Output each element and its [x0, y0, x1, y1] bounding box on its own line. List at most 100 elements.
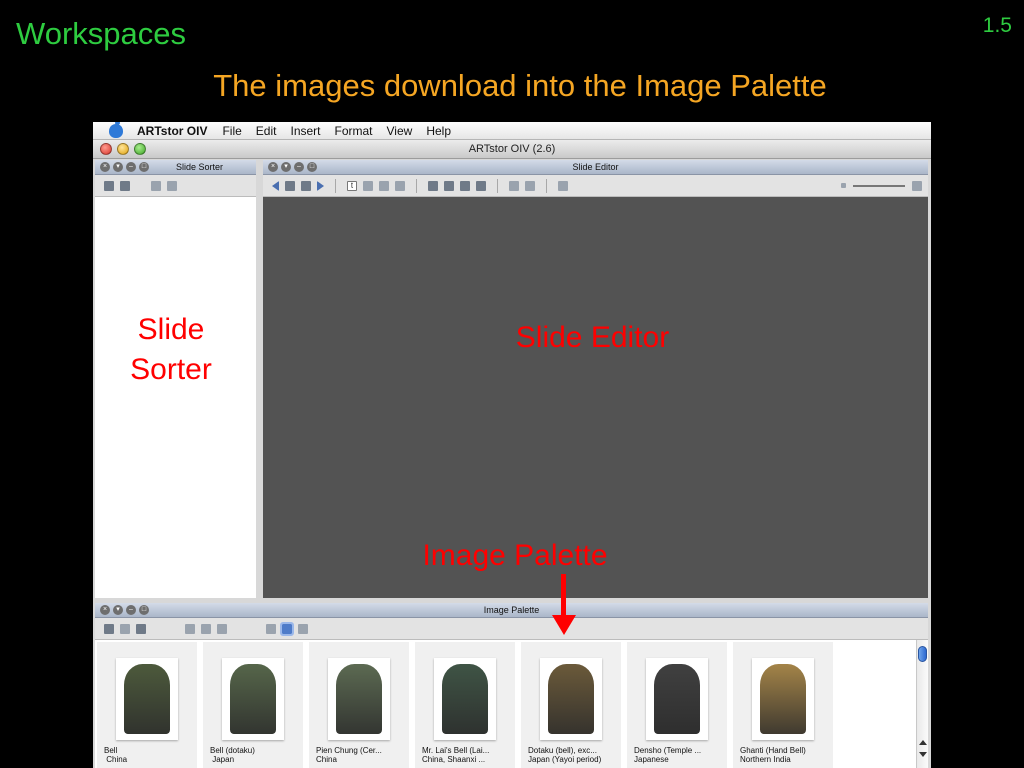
slide-heading: Workspaces: [16, 16, 186, 51]
slide-editor-header: × ▾ – □ Slide Editor: [263, 160, 928, 175]
thumbnail-caption: Dotaku (bell), exc... Japan (Yayoi period…: [528, 746, 601, 764]
thumbnail-image[interactable]: [116, 658, 178, 740]
image-info-icon[interactable]: [136, 623, 146, 634]
slide-editor-title: Slide Editor: [572, 162, 619, 172]
text-tool-icon[interactable]: t: [347, 180, 357, 191]
thumbnail-caption: Pien Chung (Cer... China: [316, 746, 382, 764]
annotation-slide-sorter: Slide Sorter: [101, 310, 241, 390]
apple-icon[interactable]: [109, 122, 123, 138]
bell-image: [442, 664, 488, 734]
scroll-down-icon[interactable]: [919, 752, 927, 757]
image-thumbnail[interactable]: Bell (dotaku) Japan: [203, 642, 304, 768]
bell-image: [230, 664, 276, 734]
thumbnail-subtitle: China: [316, 755, 337, 764]
scroll-thumb[interactable]: [918, 646, 927, 662]
comment-icon[interactable]: [558, 180, 568, 191]
properties-icon[interactable]: [525, 180, 535, 191]
thumbnail-subtitle: Northern India: [740, 755, 791, 764]
image-group-icon[interactable]: [120, 623, 130, 634]
zoom-out-icon[interactable]: [460, 180, 470, 191]
bell-image: [336, 664, 382, 734]
thumbnail-caption: Mr. Lai's Bell (Lai... China, Shaanxi ...: [422, 746, 489, 764]
menu-view[interactable]: View: [387, 124, 413, 138]
thumbnail-title: Ghanti (Hand Bell): [740, 746, 806, 755]
thumbnail-caption: Ghanti (Hand Bell) Northern India: [740, 746, 806, 764]
window-titlebar: ARTstor OIV (2.6): [93, 140, 931, 159]
shape-tool-icon[interactable]: [363, 180, 373, 191]
pointer-tool-icon[interactable]: [428, 180, 438, 191]
image-palette-toolbar: [95, 618, 928, 640]
link-icon[interactable]: [509, 180, 519, 191]
thumbnail-caption: Bell China: [104, 746, 127, 764]
next-slide-icon[interactable]: [317, 180, 324, 191]
image-thumbnail[interactable]: Mr. Lai's Bell (Lai... China, Shaanxi ...: [415, 642, 516, 768]
thumbnail-title: Pien Chung (Cer...: [316, 746, 382, 755]
list-view-icon[interactable]: [298, 623, 308, 634]
thumbnail-title: Densho (Temple ...: [634, 746, 702, 755]
duplicate-slide-icon[interactable]: [120, 180, 130, 191]
slide-sorter-toolbar: [95, 175, 256, 197]
image-thumbnail[interactable]: Bell China: [97, 642, 198, 768]
annotation-slide-editor: Slide Editor: [515, 321, 670, 354]
slide-sorter-title: Slide Sorter: [175, 162, 224, 172]
thumbnail-subtitle: Japan: [210, 755, 235, 764]
grid-large-icon[interactable]: [280, 621, 294, 636]
slide-subtitle: The images download into the Image Palet…: [213, 68, 827, 103]
palette-scrollbar[interactable]: [916, 640, 928, 768]
thumbnail-image[interactable]: [222, 658, 284, 740]
menu-bar: ARTstor OIV File Edit Insert Format View…: [93, 122, 931, 140]
menu-help[interactable]: Help: [426, 124, 451, 138]
image-tool-icon[interactable]: [379, 180, 389, 191]
menu-app-name[interactable]: ARTstor OIV: [137, 124, 207, 138]
pan-tool-icon[interactable]: [476, 180, 486, 191]
slide-layout-single-icon[interactable]: [285, 180, 295, 191]
bell-image: [124, 664, 170, 734]
slide-sorter-area[interactable]: [95, 197, 256, 598]
zoom-slider[interactable]: [853, 184, 905, 187]
image-palette-area: Bell China Bell (dotaku) Japan Pien Chung …: [95, 640, 928, 768]
image-thumbnail[interactable]: Densho (Temple ... Japanese: [627, 642, 728, 768]
app-screenshot: ARTstor OIV File Edit Insert Format View…: [93, 122, 931, 768]
thumbnail-image[interactable]: [646, 658, 708, 740]
image-thumbnail[interactable]: Pien Chung (Cer... China: [309, 642, 410, 768]
thumbnail-caption: Densho (Temple ... Japanese: [634, 746, 701, 764]
zoom-in-icon[interactable]: [444, 180, 454, 191]
image-palette-title: Image Palette: [483, 605, 540, 615]
image-thumbnail[interactable]: Dotaku (bell), exc... Japan (Yayoi period…: [521, 642, 622, 768]
menu-format[interactable]: Format: [335, 124, 373, 138]
panel-close-icon[interactable]: ×: [100, 162, 110, 172]
thumbnail-image[interactable]: [752, 658, 814, 740]
thumbnail-image[interactable]: [540, 658, 602, 740]
menu-file[interactable]: File: [222, 124, 241, 138]
annotation-arrow-head: [552, 615, 576, 635]
window-title: ARTstor OIV (2.6): [468, 143, 556, 155]
previous-slide-icon[interactable]: [272, 180, 279, 191]
annotation-image-palette: Image Palette: [422, 539, 608, 572]
menu-edit[interactable]: Edit: [256, 124, 277, 138]
bell-image: [760, 664, 806, 734]
bell-image: [654, 664, 700, 734]
thumbnail-image[interactable]: [328, 658, 390, 740]
thumbnail-image[interactable]: [434, 658, 496, 740]
thumbnail-title: Bell (dotaku): [210, 746, 255, 755]
slide-layout-compare-icon[interactable]: [301, 180, 311, 191]
image-thumbnail[interactable]: Ghanti (Hand Bell) Northern India: [733, 642, 834, 768]
scroll-up-icon[interactable]: [919, 740, 927, 745]
menu-insert[interactable]: Insert: [290, 124, 320, 138]
add-image-icon[interactable]: [104, 623, 114, 634]
mask-tool-icon[interactable]: [395, 180, 405, 191]
notes-icon[interactable]: [167, 180, 177, 191]
bell-image: [548, 664, 594, 734]
delete-image-icon[interactable]: [217, 623, 227, 634]
annotation-slide-sorter-line2: Sorter: [130, 353, 212, 386]
grid-small-icon[interactable]: [266, 623, 276, 634]
thumbnail-subtitle: Japanese: [634, 755, 669, 764]
comment-icon[interactable]: [185, 623, 195, 634]
slide-number: 1.5: [982, 14, 1012, 37]
annotation-arrow-shaft: [561, 574, 566, 620]
new-slide-icon[interactable]: [104, 180, 114, 191]
copy-image-icon[interactable]: [201, 623, 211, 634]
comment-icon[interactable]: [151, 180, 161, 191]
zoom-small-icon: [841, 183, 846, 188]
slide-editor-toolbar: t: [263, 175, 928, 197]
